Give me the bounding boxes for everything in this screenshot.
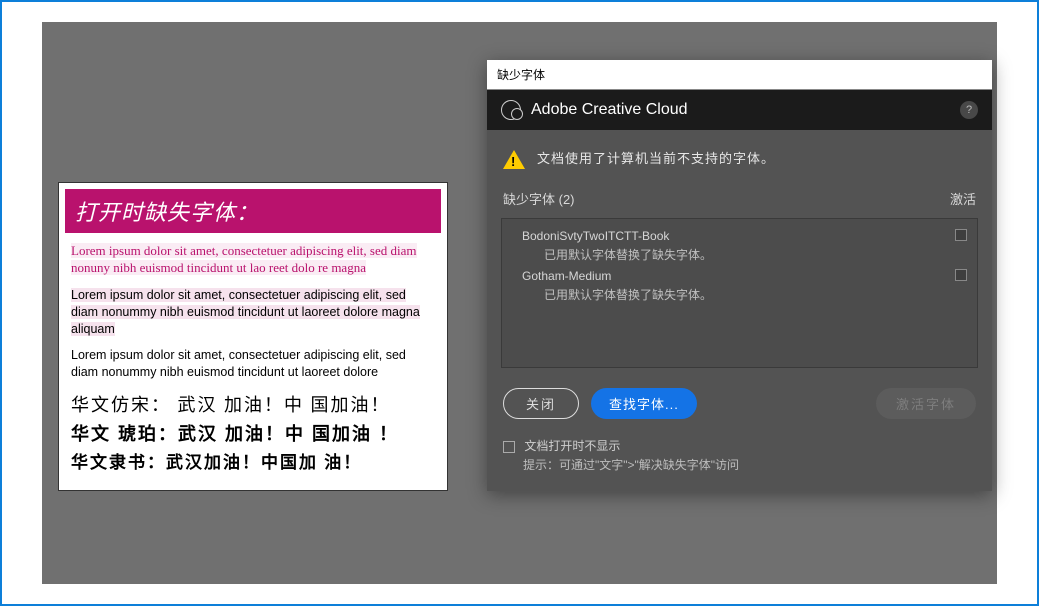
help-button[interactable]: ? (960, 101, 978, 119)
doc-body: Lorem ipsum dolor sit amet, consectetuer… (65, 233, 441, 484)
doc-chinese-lines: 华文仿宋： 武汉 加油！中 国加油！ 华文 琥珀：武汉 加油！中 国加油 ！ 华… (71, 391, 435, 476)
app-workspace: 打开时缺失字体： Lorem ipsum dolor sit amet, con… (42, 22, 997, 584)
font-activate-checkbox[interactable] (955, 269, 967, 281)
font-name: BodoniSvtyTwoITCTT-Book (522, 229, 941, 243)
dialog-footer: 文档打开时不显示 提示：可通过"文字">"解决缺失字体"访问 (487, 429, 992, 491)
dialog-title-bar[interactable]: 缺少字体 (487, 60, 992, 90)
font-item[interactable]: BodoniSvtyTwoITCTT-Book 已用默认字体替换了缺失字体。 (502, 225, 977, 265)
font-activate-checkbox[interactable] (955, 229, 967, 241)
doc-cn-hupo: 华文 琥珀：武汉 加油！中 国加油 ！ (71, 420, 435, 449)
dont-show-checkbox[interactable] (503, 441, 515, 453)
doc-cn-lishu: 华文隶书：武汉加油！中国加 油！ (71, 449, 435, 476)
close-button[interactable]: 关闭 (503, 388, 579, 419)
dialog-button-row: 关闭 查找字体... 激活字体 (487, 368, 992, 429)
font-name: Gotham-Medium (522, 269, 941, 283)
doc-cn-fangsong: 华文仿宋： 武汉 加油！中 国加油！ (71, 391, 435, 420)
dont-show-label: 文档打开时不显示 (524, 439, 620, 453)
creative-cloud-header: Adobe Creative Cloud ? (487, 90, 992, 130)
activate-fonts-button: 激活字体 (876, 388, 976, 419)
activate-heading: 激活 (950, 189, 976, 208)
footer-hint: 提示：可通过"文字">"解决缺失字体"访问 (503, 456, 976, 473)
document-preview: 打开时缺失字体： Lorem ipsum dolor sit amet, con… (58, 182, 448, 491)
doc-paragraph-2: Lorem ipsum dolor sit amet, consectetuer… (71, 285, 435, 340)
warning-icon (503, 150, 525, 169)
find-fonts-button[interactable]: 查找字体... (591, 388, 697, 419)
creative-cloud-title: Adobe Creative Cloud (531, 101, 950, 119)
missing-fonts-dialog: 缺少字体 Adobe Creative Cloud ? 文档使用了计算机当前不支… (487, 60, 992, 491)
creative-cloud-icon (501, 100, 521, 120)
warning-row: 文档使用了计算机当前不支持的字体。 (487, 130, 992, 183)
doc-title-bar: 打开时缺失字体： (65, 189, 441, 233)
warning-text: 文档使用了计算机当前不支持的字体。 (537, 148, 775, 167)
font-sub: 已用默认字体替换了缺失字体。 (522, 246, 941, 263)
missing-fonts-heading: 缺少字体 (2) (503, 189, 575, 208)
font-list: BodoniSvtyTwoITCTT-Book 已用默认字体替换了缺失字体。 G… (501, 218, 978, 368)
doc-paragraph-3: Lorem ipsum dolor sit amet, consectetuer… (71, 347, 435, 381)
font-item[interactable]: Gotham-Medium 已用默认字体替换了缺失字体。 (502, 265, 977, 305)
font-sub: 已用默认字体替换了缺失字体。 (522, 286, 941, 303)
font-list-header: 缺少字体 (2) 激活 (487, 183, 992, 214)
doc-paragraph-1: Lorem ipsum dolor sit amet, consectetuer… (71, 241, 435, 279)
